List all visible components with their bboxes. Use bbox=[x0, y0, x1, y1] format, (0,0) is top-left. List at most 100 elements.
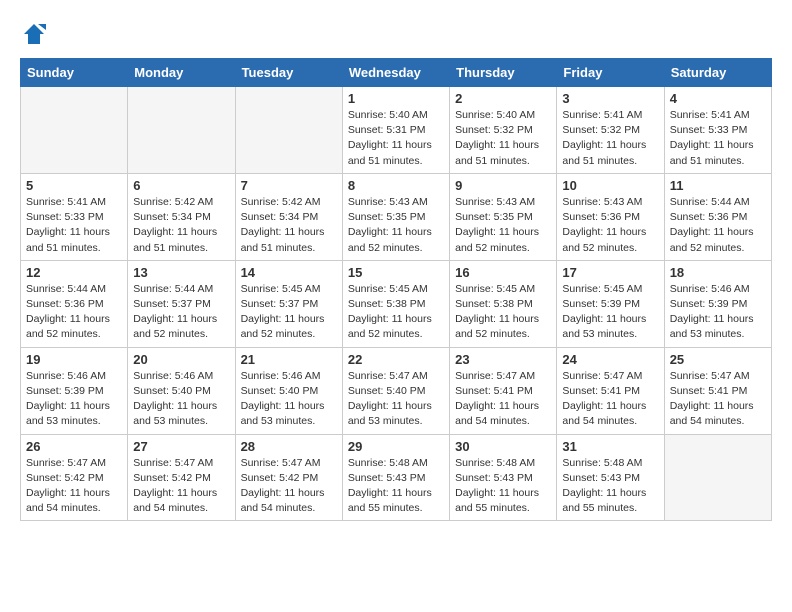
calendar-cell: 26 Sunrise: 5:47 AM Sunset: 5:42 PM Dayli… bbox=[21, 434, 128, 521]
day-info: Sunrise: 5:48 AM Sunset: 5:43 PM Dayligh… bbox=[562, 456, 658, 517]
day-number: 24 bbox=[562, 352, 658, 367]
calendar-cell bbox=[128, 87, 235, 174]
day-number: 27 bbox=[133, 439, 229, 454]
day-number: 15 bbox=[348, 265, 444, 280]
day-info: Sunrise: 5:43 AM Sunset: 5:35 PM Dayligh… bbox=[455, 195, 551, 256]
calendar-cell: 12 Sunrise: 5:44 AM Sunset: 5:36 PM Dayli… bbox=[21, 260, 128, 347]
day-info: Sunrise: 5:45 AM Sunset: 5:37 PM Dayligh… bbox=[241, 282, 337, 343]
day-number: 29 bbox=[348, 439, 444, 454]
calendar-cell: 2 Sunrise: 5:40 AM Sunset: 5:32 PM Daylig… bbox=[450, 87, 557, 174]
day-header-wednesday: Wednesday bbox=[342, 59, 449, 87]
logo bbox=[20, 20, 52, 48]
day-info: Sunrise: 5:47 AM Sunset: 5:40 PM Dayligh… bbox=[348, 369, 444, 430]
calendar-cell: 19Sunrise: 5:46 AM Sunset: 5:39 PM Dayli… bbox=[21, 347, 128, 434]
day-info: Sunrise: 5:47 AM Sunset: 5:42 PM Dayligh… bbox=[26, 456, 122, 517]
day-number: 8 bbox=[348, 178, 444, 193]
day-info: Sunrise: 5:46 AM Sunset: 5:39 PM Dayligh… bbox=[670, 282, 766, 343]
day-info: Sunrise: 5:47 AM Sunset: 5:41 PM Dayligh… bbox=[670, 369, 766, 430]
day-number: 9 bbox=[455, 178, 551, 193]
calendar-cell: 22 Sunrise: 5:47 AM Sunset: 5:40 PM Dayli… bbox=[342, 347, 449, 434]
day-info: Sunrise: 5:44 AM Sunset: 5:36 PM Dayligh… bbox=[26, 282, 122, 343]
logo-icon bbox=[20, 20, 48, 48]
day-info: Sunrise: 5:47 AM Sunset: 5:42 PM Dayligh… bbox=[133, 456, 229, 517]
day-info: Sunrise: 5:40 AM Sunset: 5:31 PM Dayligh… bbox=[348, 108, 444, 169]
day-info: Sunrise: 5:42 AM Sunset: 5:34 PM Dayligh… bbox=[133, 195, 229, 256]
calendar: SundayMondayTuesdayWednesdayThursdayFrid… bbox=[20, 58, 772, 521]
day-info: Sunrise: 5:46 AM Sunset: 5:40 PM Dayligh… bbox=[133, 369, 229, 430]
calendar-week-row: 1 Sunrise: 5:40 AM Sunset: 5:31 PM Daylig… bbox=[21, 87, 772, 174]
day-number: 23 bbox=[455, 352, 551, 367]
day-info: Sunrise: 5:47 AM Sunset: 5:41 PM Dayligh… bbox=[562, 369, 658, 430]
day-number: 16 bbox=[455, 265, 551, 280]
calendar-cell: 25 Sunrise: 5:47 AM Sunset: 5:41 PM Dayli… bbox=[664, 347, 771, 434]
day-info: Sunrise: 5:41 AM Sunset: 5:32 PM Dayligh… bbox=[562, 108, 658, 169]
page-header bbox=[20, 20, 772, 48]
calendar-cell: 23 Sunrise: 5:47 AM Sunset: 5:41 PM Dayli… bbox=[450, 347, 557, 434]
day-header-sunday: Sunday bbox=[21, 59, 128, 87]
calendar-header-row: SundayMondayTuesdayWednesdayThursdayFrid… bbox=[21, 59, 772, 87]
day-number: 26 bbox=[26, 439, 122, 454]
day-number: 22 bbox=[348, 352, 444, 367]
calendar-cell: 13 Sunrise: 5:44 AM Sunset: 5:37 PM Dayli… bbox=[128, 260, 235, 347]
day-header-saturday: Saturday bbox=[664, 59, 771, 87]
calendar-cell: 8 Sunrise: 5:43 AM Sunset: 5:35 PM Daylig… bbox=[342, 173, 449, 260]
day-info: Sunrise: 5:47 AM Sunset: 5:42 PM Dayligh… bbox=[241, 456, 337, 517]
calendar-cell: 17Sunrise: 5:45 AM Sunset: 5:39 PM Dayli… bbox=[557, 260, 664, 347]
calendar-cell: 3 Sunrise: 5:41 AM Sunset: 5:32 PM Daylig… bbox=[557, 87, 664, 174]
day-number: 19 bbox=[26, 352, 122, 367]
day-header-monday: Monday bbox=[128, 59, 235, 87]
calendar-cell bbox=[21, 87, 128, 174]
calendar-week-row: 19Sunrise: 5:46 AM Sunset: 5:39 PM Dayli… bbox=[21, 347, 772, 434]
day-info: Sunrise: 5:42 AM Sunset: 5:34 PM Dayligh… bbox=[241, 195, 337, 256]
day-number: 18 bbox=[670, 265, 766, 280]
day-number: 2 bbox=[455, 91, 551, 106]
day-info: Sunrise: 5:48 AM Sunset: 5:43 PM Dayligh… bbox=[455, 456, 551, 517]
day-number: 11 bbox=[670, 178, 766, 193]
day-info: Sunrise: 5:43 AM Sunset: 5:35 PM Dayligh… bbox=[348, 195, 444, 256]
calendar-cell: 10 Sunrise: 5:43 AM Sunset: 5:36 PM Dayli… bbox=[557, 173, 664, 260]
day-info: Sunrise: 5:41 AM Sunset: 5:33 PM Dayligh… bbox=[26, 195, 122, 256]
day-number: 21 bbox=[241, 352, 337, 367]
calendar-cell: 31 Sunrise: 5:48 AM Sunset: 5:43 PM Dayli… bbox=[557, 434, 664, 521]
day-header-thursday: Thursday bbox=[450, 59, 557, 87]
calendar-cell: 27 Sunrise: 5:47 AM Sunset: 5:42 PM Dayli… bbox=[128, 434, 235, 521]
calendar-cell: 1 Sunrise: 5:40 AM Sunset: 5:31 PM Daylig… bbox=[342, 87, 449, 174]
day-info: Sunrise: 5:40 AM Sunset: 5:32 PM Dayligh… bbox=[455, 108, 551, 169]
calendar-cell: 6 Sunrise: 5:42 AM Sunset: 5:34 PM Daylig… bbox=[128, 173, 235, 260]
calendar-cell: 28Sunrise: 5:47 AM Sunset: 5:42 PM Dayli… bbox=[235, 434, 342, 521]
day-number: 25 bbox=[670, 352, 766, 367]
day-number: 31 bbox=[562, 439, 658, 454]
calendar-cell: 9 Sunrise: 5:43 AM Sunset: 5:35 PM Daylig… bbox=[450, 173, 557, 260]
day-info: Sunrise: 5:43 AM Sunset: 5:36 PM Dayligh… bbox=[562, 195, 658, 256]
calendar-cell: 4 Sunrise: 5:41 AM Sunset: 5:33 PM Daylig… bbox=[664, 87, 771, 174]
day-info: Sunrise: 5:46 AM Sunset: 5:40 PM Dayligh… bbox=[241, 369, 337, 430]
day-number: 20 bbox=[133, 352, 229, 367]
day-info: Sunrise: 5:45 AM Sunset: 5:38 PM Dayligh… bbox=[348, 282, 444, 343]
day-number: 10 bbox=[562, 178, 658, 193]
day-header-tuesday: Tuesday bbox=[235, 59, 342, 87]
day-number: 3 bbox=[562, 91, 658, 106]
day-number: 7 bbox=[241, 178, 337, 193]
calendar-cell: 30Sunrise: 5:48 AM Sunset: 5:43 PM Dayli… bbox=[450, 434, 557, 521]
day-info: Sunrise: 5:47 AM Sunset: 5:41 PM Dayligh… bbox=[455, 369, 551, 430]
day-number: 5 bbox=[26, 178, 122, 193]
day-number: 14 bbox=[241, 265, 337, 280]
day-number: 6 bbox=[133, 178, 229, 193]
day-info: Sunrise: 5:41 AM Sunset: 5:33 PM Dayligh… bbox=[670, 108, 766, 169]
day-number: 1 bbox=[348, 91, 444, 106]
day-number: 4 bbox=[670, 91, 766, 106]
calendar-cell: 18 Sunrise: 5:46 AM Sunset: 5:39 PM Dayli… bbox=[664, 260, 771, 347]
day-info: Sunrise: 5:45 AM Sunset: 5:38 PM Dayligh… bbox=[455, 282, 551, 343]
day-number: 12 bbox=[26, 265, 122, 280]
day-number: 13 bbox=[133, 265, 229, 280]
calendar-cell: 21 Sunrise: 5:46 AM Sunset: 5:40 PM Dayli… bbox=[235, 347, 342, 434]
calendar-cell: 7 Sunrise: 5:42 AM Sunset: 5:34 PM Daylig… bbox=[235, 173, 342, 260]
day-info: Sunrise: 5:44 AM Sunset: 5:37 PM Dayligh… bbox=[133, 282, 229, 343]
calendar-week-row: 26 Sunrise: 5:47 AM Sunset: 5:42 PM Dayli… bbox=[21, 434, 772, 521]
calendar-cell: 15 Sunrise: 5:45 AM Sunset: 5:38 PM Dayli… bbox=[342, 260, 449, 347]
calendar-cell: 20 Sunrise: 5:46 AM Sunset: 5:40 PM Dayli… bbox=[128, 347, 235, 434]
calendar-cell: 29Sunrise: 5:48 AM Sunset: 5:43 PM Dayli… bbox=[342, 434, 449, 521]
day-info: Sunrise: 5:45 AM Sunset: 5:39 PM Dayligh… bbox=[562, 282, 658, 343]
day-info: Sunrise: 5:44 AM Sunset: 5:36 PM Dayligh… bbox=[670, 195, 766, 256]
calendar-cell: 24 Sunrise: 5:47 AM Sunset: 5:41 PM Dayli… bbox=[557, 347, 664, 434]
